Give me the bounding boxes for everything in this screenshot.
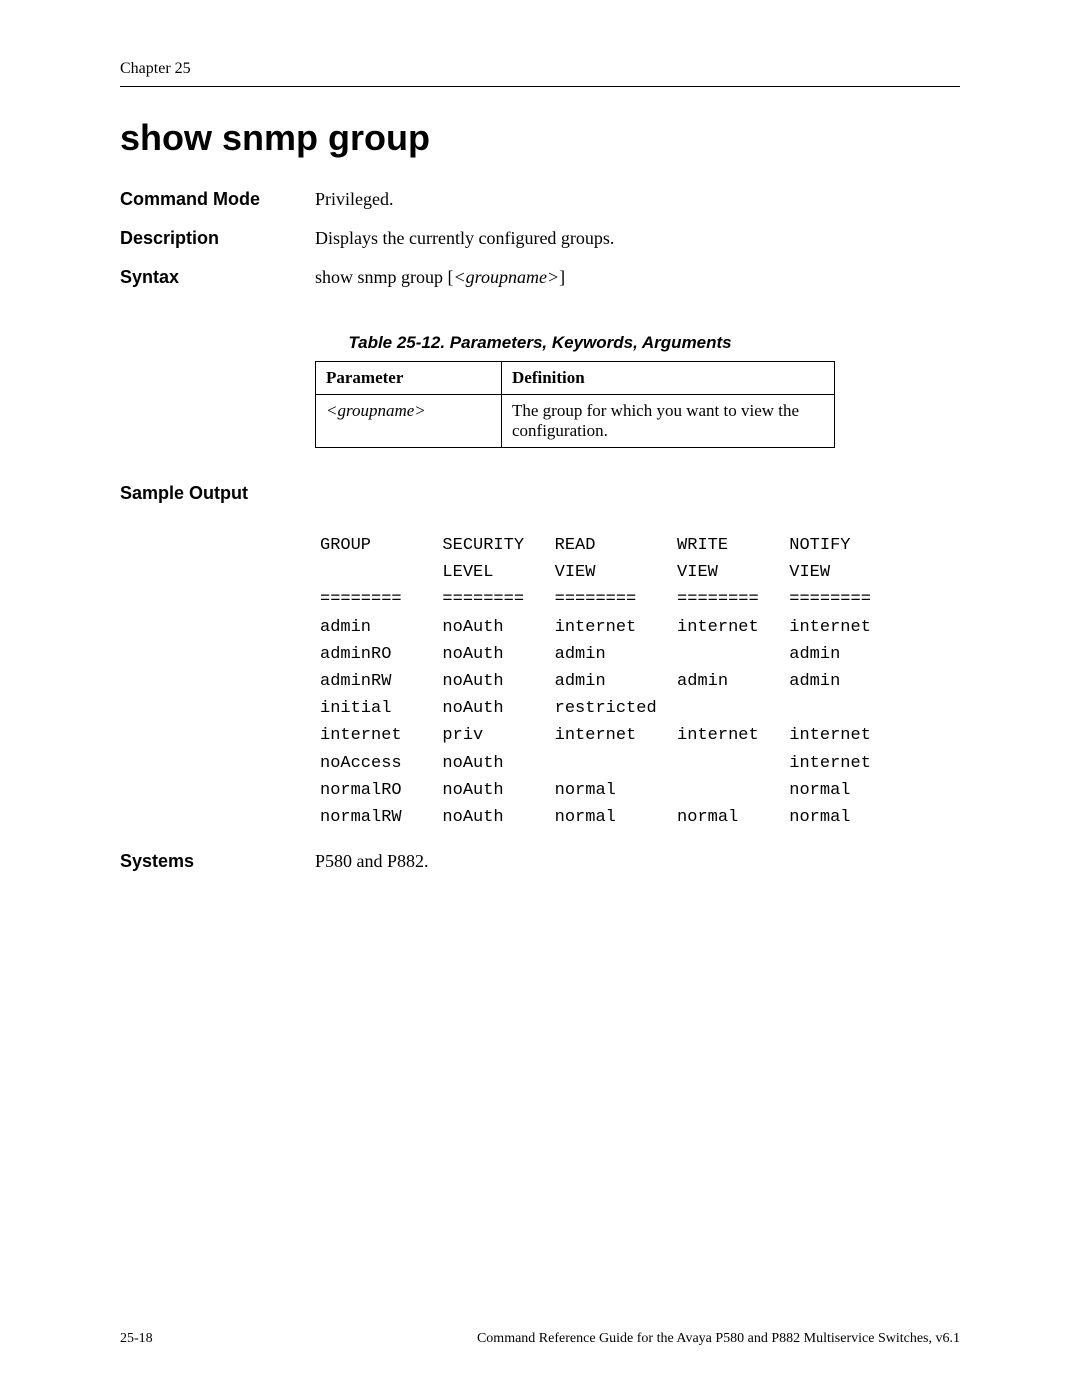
- syntax-label: Syntax: [120, 267, 315, 288]
- col-parameter: Parameter: [316, 362, 502, 395]
- syntax-row: Syntax show snmp group [<groupname>]: [120, 267, 960, 288]
- description-value: Displays the currently configured groups…: [315, 228, 614, 249]
- param-table: Parameter Definition <groupname> The gro…: [315, 361, 835, 448]
- sample-output: GROUP SECURITY READ WRITE NOTIFY LEVEL V…: [320, 532, 960, 831]
- description-label: Description: [120, 228, 315, 249]
- col-definition: Definition: [502, 362, 835, 395]
- cell-def: The group for which you want to view the…: [502, 395, 835, 448]
- sample-output-heading: Sample Output: [120, 483, 960, 504]
- systems-label: Systems: [120, 851, 315, 872]
- param-table-wrap: Parameter Definition <groupname> The gro…: [315, 361, 960, 448]
- cell-param: <groupname>: [316, 395, 502, 448]
- page: Chapter 25 show snmp group Command Mode …: [0, 0, 1080, 1397]
- running-header: Chapter 25: [120, 60, 960, 78]
- page-title: show snmp group: [120, 117, 960, 159]
- footer-doc-title: Command Reference Guide for the Avaya P5…: [477, 1331, 960, 1347]
- syntax-param: <groupname>: [454, 267, 560, 287]
- page-footer: 25-18 Command Reference Guide for the Av…: [120, 1331, 960, 1347]
- command-mode-row: Command Mode Privileged.: [120, 189, 960, 210]
- systems-row: Systems P580 and P882.: [120, 851, 960, 872]
- syntax-prefix: show snmp group [: [315, 267, 454, 287]
- command-mode-label: Command Mode: [120, 189, 315, 210]
- systems-value: P580 and P882.: [315, 851, 429, 872]
- footer-page-number: 25-18: [120, 1331, 153, 1347]
- table-caption: Table 25-12. Parameters, Keywords, Argum…: [120, 333, 960, 353]
- header-rule: [120, 86, 960, 87]
- table-row: <groupname> The group for which you want…: [316, 395, 835, 448]
- table-header-row: Parameter Definition: [316, 362, 835, 395]
- command-mode-value: Privileged.: [315, 189, 394, 210]
- syntax-suffix: ]: [559, 267, 565, 287]
- description-row: Description Displays the currently confi…: [120, 228, 960, 249]
- syntax-value: show snmp group [<groupname>]: [315, 267, 565, 288]
